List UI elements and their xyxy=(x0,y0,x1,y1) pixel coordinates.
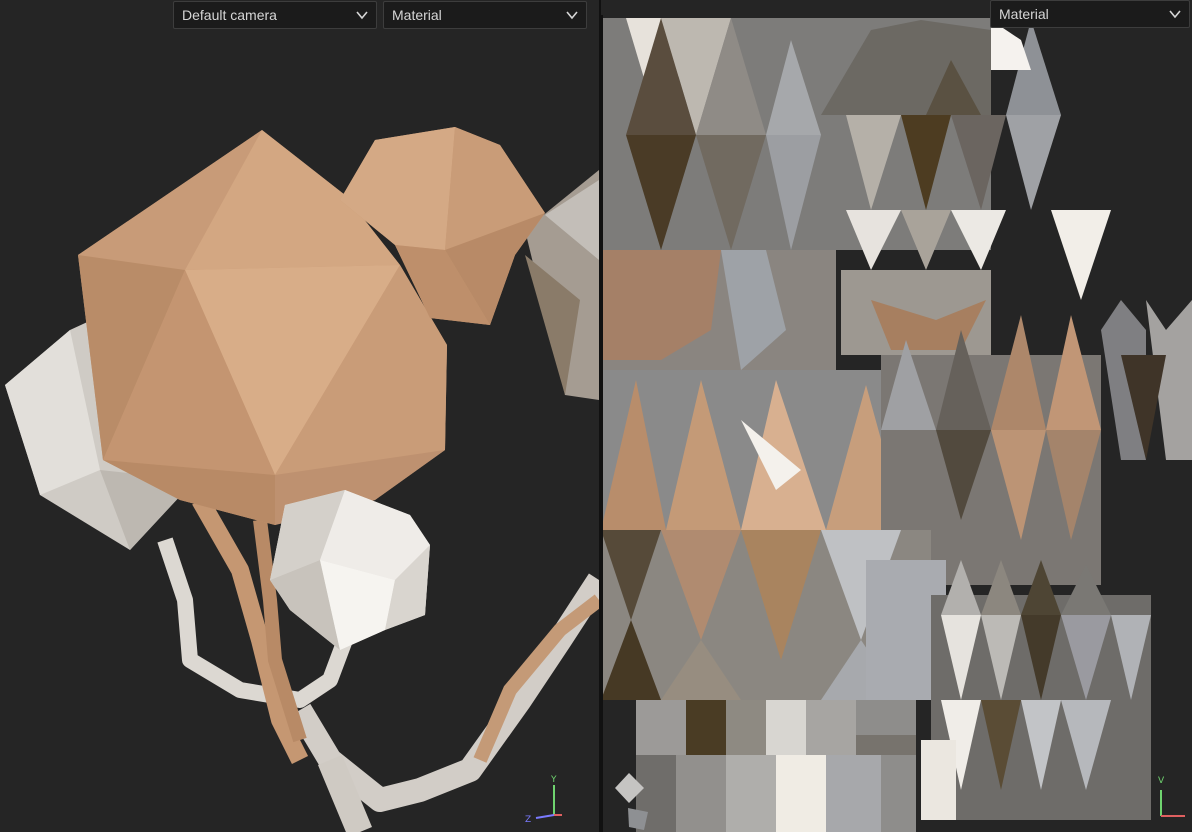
camera-select[interactable]: Default camera xyxy=(173,1,377,29)
shading-select-left[interactable]: Material xyxy=(383,1,587,29)
camera-select-value: Default camera xyxy=(182,7,277,23)
axis-gizmo-uv: V xyxy=(1158,776,1185,817)
gizmo-y-label: Y xyxy=(550,775,557,785)
gizmo-z-label: Z xyxy=(525,815,531,822)
uv-layout-render xyxy=(601,15,1192,832)
scene-3d-render xyxy=(5,127,599,832)
chevron-down-icon xyxy=(1169,10,1181,19)
axis-gizmo-xyz: Y X Z xyxy=(525,775,562,822)
gizmo-v-label: V xyxy=(1158,776,1165,786)
shading-select-left-value: Material xyxy=(392,7,442,23)
viewport-3d-left[interactable]: Default camera Material Y X Z xyxy=(0,0,599,832)
viewport-uv-right[interactable]: Material V xyxy=(601,0,1192,832)
chevron-down-icon xyxy=(566,11,578,20)
chevron-down-icon xyxy=(356,11,368,20)
shading-select-right-value: Material xyxy=(999,6,1049,22)
shading-select-right[interactable]: Material xyxy=(990,0,1190,28)
